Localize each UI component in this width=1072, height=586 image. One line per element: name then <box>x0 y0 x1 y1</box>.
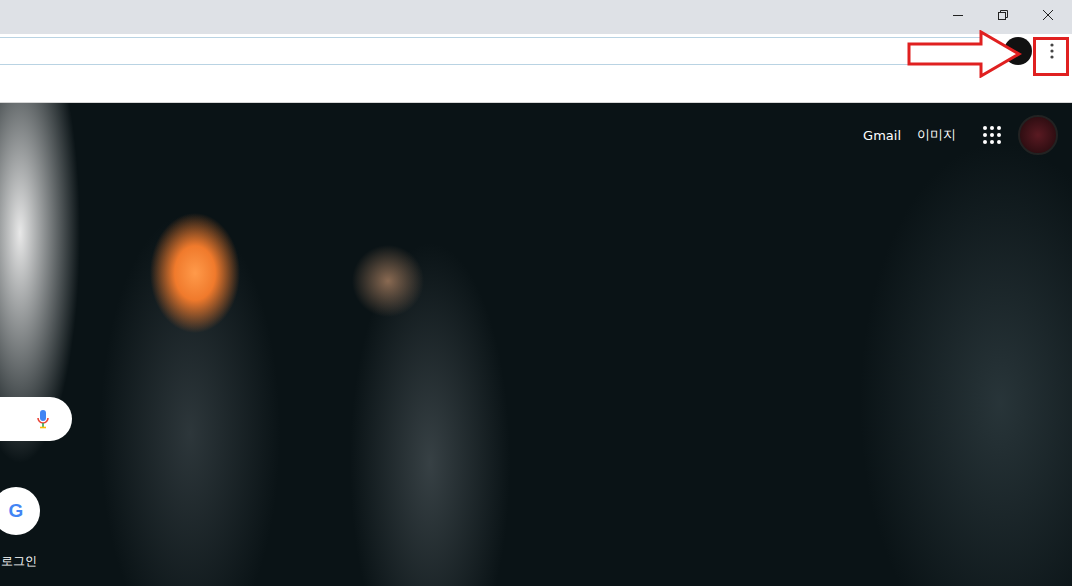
bookmarks-bar <box>0 67 1072 103</box>
nav-link[interactable]: 이미지 <box>917 126 956 144</box>
shortcut-tile[interactable]: G 로그인 <box>0 487 60 570</box>
annotation-box <box>1033 37 1069 76</box>
restore-button[interactable] <box>980 0 1025 34</box>
address-bar[interactable] <box>0 37 992 65</box>
minimize-button[interactable] <box>935 0 980 34</box>
more-icon <box>1050 43 1054 59</box>
title-bar <box>0 0 1072 34</box>
top-nav: Gmail 이미지 <box>0 103 1072 153</box>
nav-link[interactable]: Gmail <box>863 128 901 143</box>
apps-grid-icon[interactable] <box>982 125 1002 145</box>
search-box[interactable] <box>0 397 72 441</box>
minimize-icon <box>952 9 964 21</box>
close-button[interactable] <box>1025 0 1070 34</box>
google-icon: G <box>0 487 40 535</box>
new-tab-page: Gmail 이미지 G 로그인 <box>0 103 1072 586</box>
restore-icon <box>997 9 1009 21</box>
microphone-icon[interactable] <box>36 409 50 429</box>
annotation-arrow-icon <box>907 30 1023 78</box>
account-avatar[interactable] <box>1018 115 1058 155</box>
shortcut-label: 로그인 <box>1 553 37 570</box>
close-icon <box>1042 9 1054 21</box>
browser-window: Gmail 이미지 G 로그인 <box>0 0 1072 586</box>
menu-button[interactable] <box>1038 37 1066 65</box>
